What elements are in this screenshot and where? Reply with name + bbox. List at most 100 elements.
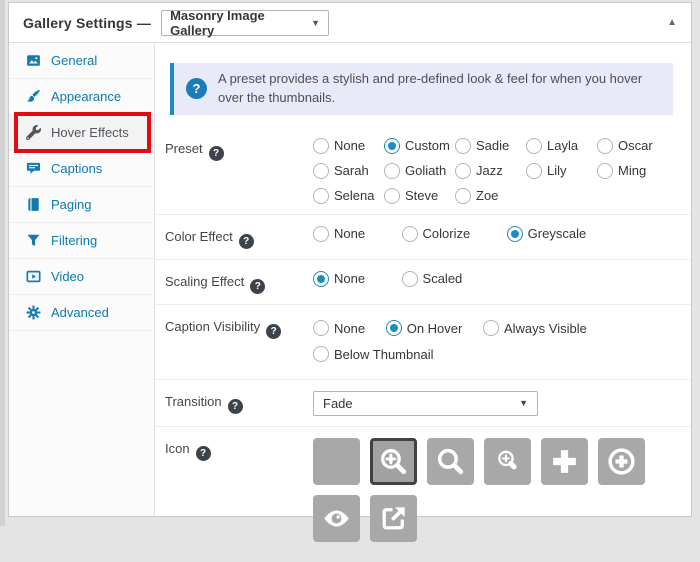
help-icon[interactable]: ? [196, 446, 211, 461]
icon-option-search[interactable] [427, 438, 474, 485]
radio-icon[interactable] [597, 163, 613, 179]
icon-option-plus[interactable] [541, 438, 588, 485]
radio-icon[interactable] [313, 346, 329, 362]
icon-label: Icon? [165, 438, 313, 552]
scaling-effect-option-none[interactable]: None [313, 271, 365, 287]
caption-option-on-hover[interactable]: On Hover [386, 321, 463, 336]
radio-icon[interactable] [313, 138, 329, 154]
radio-icon[interactable] [526, 163, 542, 179]
scaling-effect-label-text: Scaling Effect [165, 274, 244, 289]
radio-icon[interactable] [455, 163, 471, 179]
preset-label: Preset? [165, 138, 313, 204]
preset-option-oscar[interactable]: Oscar [597, 138, 668, 154]
radio-icon[interactable] [597, 138, 613, 154]
radio-icon[interactable] [507, 226, 523, 242]
caption-option-none[interactable]: None [313, 321, 365, 336]
gallery-type-select[interactable]: Masonry Image Gallery ▼ [161, 10, 329, 36]
icon-option-eye[interactable] [313, 495, 360, 542]
scaling-effect-option-scaled[interactable]: Scaled [402, 271, 463, 287]
sidebar-item-hover-effects[interactable]: Hover Effects [9, 115, 154, 151]
preset-option-sarah[interactable]: Sarah [313, 163, 384, 179]
radio-icon[interactable] [455, 138, 471, 154]
preset-option-custom[interactable]: Custom [384, 138, 455, 154]
preset-option-none[interactable]: None [313, 138, 384, 154]
sidebar-item-appearance[interactable]: Appearance [9, 79, 154, 115]
radio-label: None [334, 271, 365, 286]
help-icon[interactable]: ? [209, 146, 224, 161]
preset-option-ming[interactable]: Ming [597, 163, 668, 179]
image-icon [26, 53, 41, 68]
panel-header: Gallery Settings — Masonry Image Gallery… [9, 3, 691, 43]
preset-option-layla[interactable]: Layla [526, 138, 597, 154]
radio-icon[interactable] [313, 271, 329, 287]
color-effect-option-colorize[interactable]: Colorize [402, 226, 471, 242]
sidebar-item-label: Filtering [51, 233, 97, 248]
preset-option-sadie[interactable]: Sadie [455, 138, 526, 154]
dropdown-arrow-icon: ▼ [519, 398, 528, 408]
sidebar-item-label: Paging [51, 197, 91, 212]
sidebar-item-label: General [51, 53, 97, 68]
preset-option-jazz[interactable]: Jazz [455, 163, 526, 179]
zoom-in-icon [377, 445, 410, 478]
radio-icon[interactable] [386, 320, 402, 336]
caption-option-always-visible[interactable]: Always Visible [483, 321, 587, 336]
help-icon[interactable]: ? [266, 324, 281, 339]
sidebar-item-advanced[interactable]: Advanced [9, 295, 154, 331]
scaling-effect-radio-group: None Scaled [313, 271, 679, 292]
radio-icon[interactable] [526, 138, 542, 154]
color-effect-option-none[interactable]: None [313, 226, 365, 242]
transition-label-text: Transition [165, 394, 222, 409]
radio-icon[interactable] [313, 163, 329, 179]
radio-icon[interactable] [402, 271, 418, 287]
sidebar-item-filtering[interactable]: Filtering [9, 223, 154, 259]
radio-icon[interactable] [384, 138, 400, 154]
icon-option-blank[interactable] [313, 438, 360, 485]
sidebar-item-label: Advanced [51, 305, 109, 320]
radio-label: Steve [405, 188, 438, 203]
caption-visibility-label-text: Caption Visibility [165, 319, 260, 334]
icon-option-zoom-in[interactable] [370, 438, 417, 485]
help-icon[interactable]: ? [239, 234, 254, 249]
plus-circle-icon [605, 445, 638, 478]
setting-row-transition: Transition? Fade ▼ [155, 380, 691, 427]
radio-label: Always Visible [504, 321, 587, 336]
collapse-panel-icon[interactable]: ▲ [667, 17, 677, 28]
sidebar-item-general[interactable]: General [9, 43, 154, 79]
radio-label: Layla [547, 138, 578, 153]
radio-icon[interactable] [384, 188, 400, 204]
radio-label: Sarah [334, 163, 369, 178]
preset-option-selena[interactable]: Selena [313, 188, 384, 204]
help-icon[interactable]: ? [228, 399, 243, 414]
radio-icon[interactable] [384, 163, 400, 179]
setting-row-caption-visibility: Caption Visibility? None On Hover Always… [155, 305, 691, 380]
caption-option-below-thumbnail[interactable]: Below Thumbnail [313, 347, 433, 362]
preset-option-goliath[interactable]: Goliath [384, 163, 455, 179]
color-effect-option-greyscale[interactable]: Greyscale [507, 226, 587, 242]
preset-option-lily[interactable]: Lily [526, 163, 597, 179]
sidebar-item-captions[interactable]: Captions [9, 151, 154, 187]
gallery-settings-panel: Gallery Settings — Masonry Image Gallery… [8, 2, 692, 517]
setting-row-scaling-effect: Scaling Effect? None Scaled [155, 260, 691, 305]
radio-label: Colorize [423, 226, 471, 241]
external-link-icon [377, 502, 410, 535]
radio-icon[interactable] [313, 188, 329, 204]
preset-option-steve[interactable]: Steve [384, 188, 455, 204]
sidebar-item-paging[interactable]: Paging [9, 187, 154, 223]
icon-option-external-link[interactable] [370, 495, 417, 542]
transition-select[interactable]: Fade ▼ [313, 391, 538, 416]
radio-label: None [334, 321, 365, 336]
radio-icon[interactable] [455, 188, 471, 204]
radio-label: None [334, 226, 365, 241]
page-edge [0, 0, 5, 526]
radio-icon[interactable] [313, 226, 329, 242]
preset-label-text: Preset [165, 141, 203, 156]
sidebar-item-video[interactable]: Video [9, 259, 154, 295]
preset-option-zoe[interactable]: Zoe [455, 188, 526, 204]
radio-icon[interactable] [402, 226, 418, 242]
help-icon[interactable]: ? [250, 279, 265, 294]
sidebar-item-label: Appearance [51, 89, 121, 104]
icon-option-search-plus[interactable] [484, 438, 531, 485]
radio-icon[interactable] [313, 320, 329, 336]
radio-icon[interactable] [483, 320, 499, 336]
icon-option-plus-circle[interactable] [598, 438, 645, 485]
